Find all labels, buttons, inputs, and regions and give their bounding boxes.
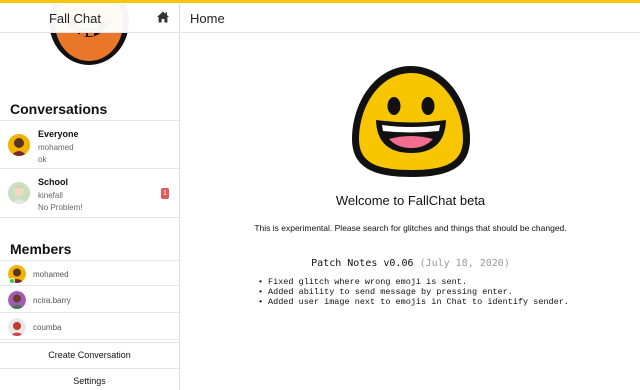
avatar [8, 134, 30, 156]
avatar [8, 291, 26, 309]
settings-button[interactable]: Settings [0, 368, 179, 390]
last-sender: kinefall [38, 191, 63, 200]
page-title: Home [190, 11, 225, 26]
patch-notes-date: (July 18, 2020) [419, 258, 510, 269]
main-header: Home [181, 3, 640, 33]
app-title: Fall Chat [48, 11, 102, 26]
member-item-ncira-barry[interactable]: ncira.barry [0, 287, 179, 313]
conversation-item-everyone[interactable]: Everyone mohamed ok [0, 120, 179, 169]
sidebar: Fall Chat Conversations Everyone mohamed… [0, 3, 180, 390]
patch-notes-list: Fixed glitch where wrong emoji is sent. … [258, 277, 569, 307]
online-status-dot [9, 278, 15, 284]
sidebar-header: Fall Chat [0, 3, 179, 33]
create-conversation-button[interactable]: Create Conversation [0, 342, 179, 367]
member-name: ncira.barry [33, 296, 71, 305]
last-message: No Problem! [38, 203, 83, 212]
home-icon[interactable] [157, 11, 169, 23]
patch-note-item: Added ability to send message by pressin… [258, 287, 569, 297]
conversations-heading: Conversations [10, 101, 108, 117]
description-text: This is experimental. Please search for … [254, 223, 567, 233]
member-item-coumba[interactable]: coumba [0, 314, 179, 340]
patch-notes-title: Patch Notes v0.06 [311, 258, 414, 269]
members-heading: Members [10, 241, 72, 257]
welcome-heading: Welcome to FallChat beta [335, 193, 486, 208]
conversation-item-school[interactable]: School kinefall No Problem! 1 [0, 169, 179, 218]
member-name: coumba [33, 323, 62, 332]
member-item-mohamed[interactable]: mohamed [0, 260, 179, 286]
member-name: mohamed [33, 270, 69, 279]
conversation-name: School [38, 177, 69, 187]
patch-note-item: Fixed glitch where wrong emoji is sent. [258, 277, 569, 287]
conversation-name: Everyone [38, 129, 79, 139]
last-message: ok [38, 155, 47, 164]
smiling-blob-logo [352, 66, 470, 177]
avatar [8, 318, 26, 336]
last-sender: mohamed [38, 143, 74, 152]
avatar [8, 182, 30, 204]
unread-badge: 1 [161, 188, 169, 199]
patch-note-item: Added user image next to emojis in Chat … [258, 297, 569, 307]
main-content: Home Welcome to FallChat beta This is ex… [181, 3, 640, 390]
patch-notes-heading: Patch Notes v0.06 (July 18, 2020) [181, 258, 640, 269]
